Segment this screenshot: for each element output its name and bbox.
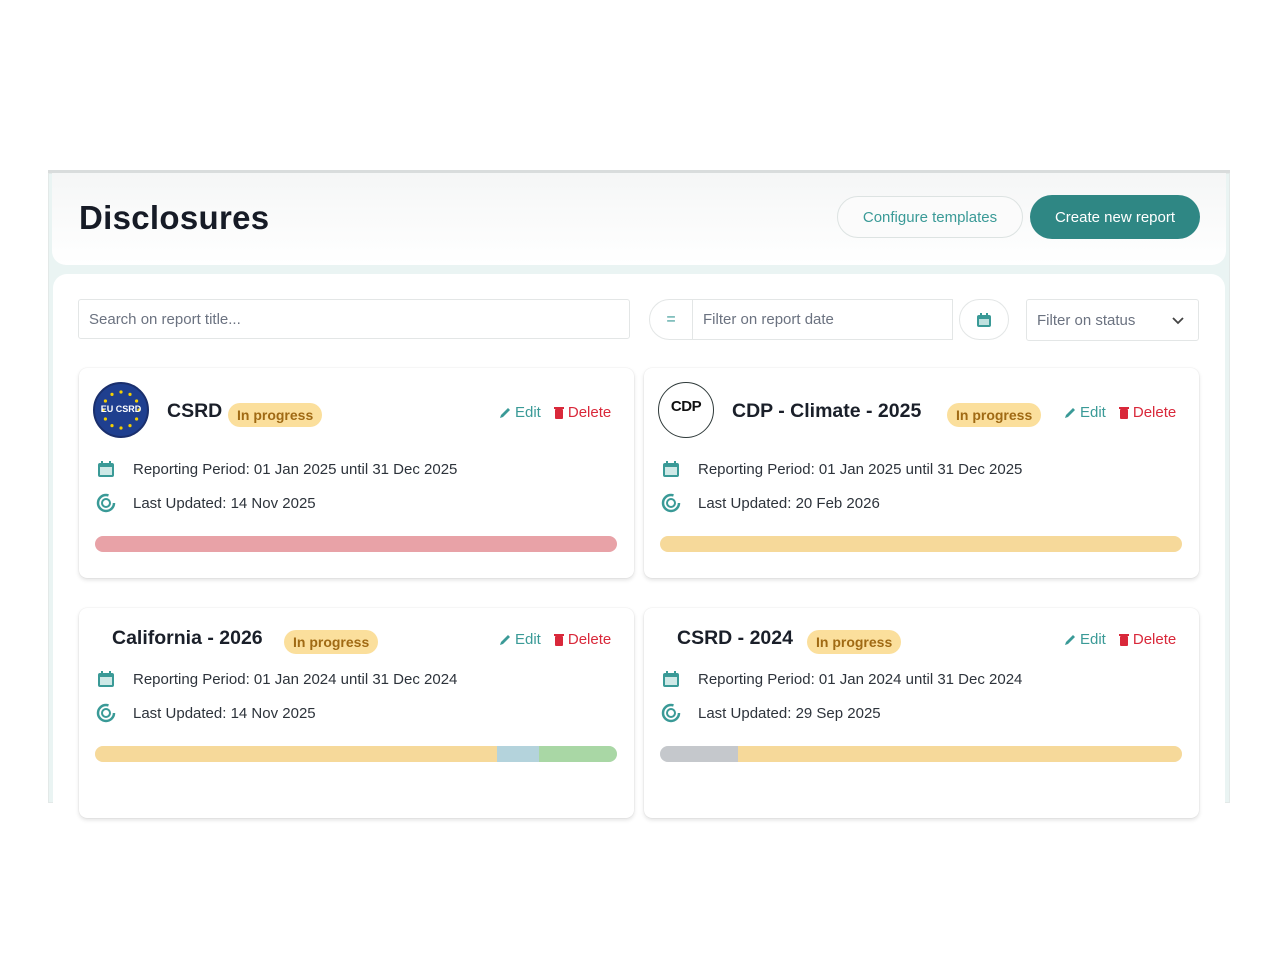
report-card-california-2026[interactable]: California - 2026 In progress Edit Delet…: [79, 608, 634, 818]
status-badge: In progress: [947, 403, 1042, 427]
delete-label: Delete: [567, 631, 612, 648]
delete-button[interactable]: Delete: [553, 631, 611, 648]
reporting-period-text: Reporting Period: 01 Jan 2024 until 31 D…: [133, 670, 458, 688]
history-icon: [661, 703, 681, 723]
delete-label: Delete: [567, 404, 612, 421]
calendar-icon: [663, 461, 679, 477]
last-updated: Last Updated: 20 Feb 2026: [660, 493, 880, 513]
reporting-period-text: Reporting Period: 01 Jan 2025 until 31 D…: [698, 460, 1023, 478]
cdp-logo: CDP: [658, 382, 714, 438]
calendar-icon: [663, 671, 679, 687]
chevron-down-icon: [1172, 317, 1184, 325]
reporting-period: Reporting Period: 01 Jan 2025 until 31 D…: [95, 460, 457, 478]
edit-label: Edit: [1080, 631, 1106, 648]
edit-label: Edit: [515, 404, 541, 421]
report-title: CSRD: [167, 400, 223, 422]
reporting-period: Reporting Period: 01 Jan 2024 until 31 D…: [660, 670, 1022, 688]
last-updated: Last Updated: 29 Sep 2025: [660, 703, 881, 723]
status-badge: In progress: [807, 630, 902, 654]
card-actions: Edit Delete: [1063, 404, 1176, 421]
progress-segment: [738, 746, 1182, 762]
progress-segment: [660, 536, 1182, 552]
edit-button[interactable]: Edit: [498, 404, 541, 421]
reports-panel: = Filter on status: [53, 274, 1225, 818]
card-actions: Edit Delete: [1063, 631, 1176, 648]
reporting-period: Reporting Period: 01 Jan 2024 until 31 D…: [95, 670, 457, 688]
page-title: Disclosures: [79, 199, 270, 236]
last-updated-text: Last Updated: 20 Feb 2026: [698, 494, 880, 512]
progress-bar: [660, 536, 1182, 552]
equals-icon: =: [666, 310, 676, 328]
card-actions: Edit Delete: [498, 404, 611, 421]
configure-templates-button[interactable]: Configure templates: [837, 196, 1023, 238]
report-card-csrd-2025[interactable]: EU CSRD CSRD In progress Edit Delete Rep…: [79, 368, 634, 578]
date-filter-input[interactable]: [692, 299, 953, 340]
pencil-icon: [500, 634, 510, 645]
progress-segment: [538, 746, 617, 762]
report-title: CDP - Climate - 2025: [732, 400, 922, 422]
calendar-icon: [98, 671, 114, 687]
edit-label: Edit: [1080, 404, 1106, 421]
last-updated-text: Last Updated: 29 Sep 2025: [698, 704, 881, 722]
delete-label: Delete: [1132, 404, 1177, 421]
delete-label: Delete: [1132, 631, 1177, 648]
history-icon: [661, 493, 681, 513]
eu-csrd-logo: EU CSRD: [93, 382, 149, 438]
delete-button[interactable]: Delete: [1118, 404, 1176, 421]
edit-button[interactable]: Edit: [1063, 631, 1106, 648]
history-icon: [96, 493, 116, 513]
status-filter-label: Filter on status: [1037, 311, 1136, 329]
calendar-icon: [977, 312, 991, 327]
progress-segment: [95, 536, 617, 552]
progress-bar: [660, 746, 1182, 762]
card-actions: Edit Delete: [498, 631, 611, 648]
progress-bar: [95, 536, 617, 552]
delete-button[interactable]: Delete: [553, 404, 611, 421]
reporting-period-text: Reporting Period: 01 Jan 2024 until 31 D…: [698, 670, 1023, 688]
progress-segment: [95, 746, 497, 762]
trash-icon: [1118, 633, 1129, 646]
progress-bar: [95, 746, 617, 762]
disclosures-app: Disclosures Configure templates Create n…: [48, 170, 1230, 818]
trash-icon: [1118, 406, 1129, 419]
history-icon: [96, 703, 116, 723]
status-filter-select[interactable]: Filter on status: [1026, 299, 1199, 341]
status-badge: In progress: [284, 630, 379, 654]
edit-button[interactable]: Edit: [1063, 404, 1106, 421]
status-badge: In progress: [228, 403, 323, 427]
progress-segment: [496, 746, 539, 762]
report-title: CSRD - 2024: [677, 627, 793, 649]
date-picker-button[interactable]: [959, 299, 1009, 340]
cdp-logo-text: CDP: [670, 398, 702, 415]
pencil-icon: [1065, 407, 1075, 418]
trash-icon: [553, 406, 564, 419]
last-updated-text: Last Updated: 14 Nov 2025: [133, 704, 316, 722]
report-title: California - 2026: [112, 627, 263, 649]
progress-segment: [660, 746, 739, 762]
trash-icon: [553, 633, 564, 646]
report-card-cdp-climate-2025[interactable]: CDP CDP - Climate - 2025 In progress Edi…: [644, 368, 1199, 578]
last-updated: Last Updated: 14 Nov 2025: [95, 703, 316, 723]
calendar-icon: [98, 461, 114, 477]
reporting-period-text: Reporting Period: 01 Jan 2025 until 31 D…: [133, 460, 458, 478]
date-operator-button[interactable]: =: [649, 299, 693, 340]
page-header: Disclosures Configure templates Create n…: [52, 173, 1226, 265]
last-updated: Last Updated: 14 Nov 2025: [95, 493, 316, 513]
reporting-period: Reporting Period: 01 Jan 2025 until 31 D…: [660, 460, 1022, 478]
search-input[interactable]: [78, 299, 630, 339]
pencil-icon: [500, 407, 510, 418]
pencil-icon: [1065, 634, 1075, 645]
create-new-report-button[interactable]: Create new report: [1030, 195, 1200, 239]
edit-button[interactable]: Edit: [498, 631, 541, 648]
delete-button[interactable]: Delete: [1118, 631, 1176, 648]
report-card-csrd-2024[interactable]: CSRD - 2024 In progress Edit Delete Repo…: [644, 608, 1199, 818]
eu-csrd-logo-text: EU CSRD: [100, 404, 142, 414]
edit-label: Edit: [515, 631, 541, 648]
last-updated-text: Last Updated: 14 Nov 2025: [133, 494, 316, 512]
